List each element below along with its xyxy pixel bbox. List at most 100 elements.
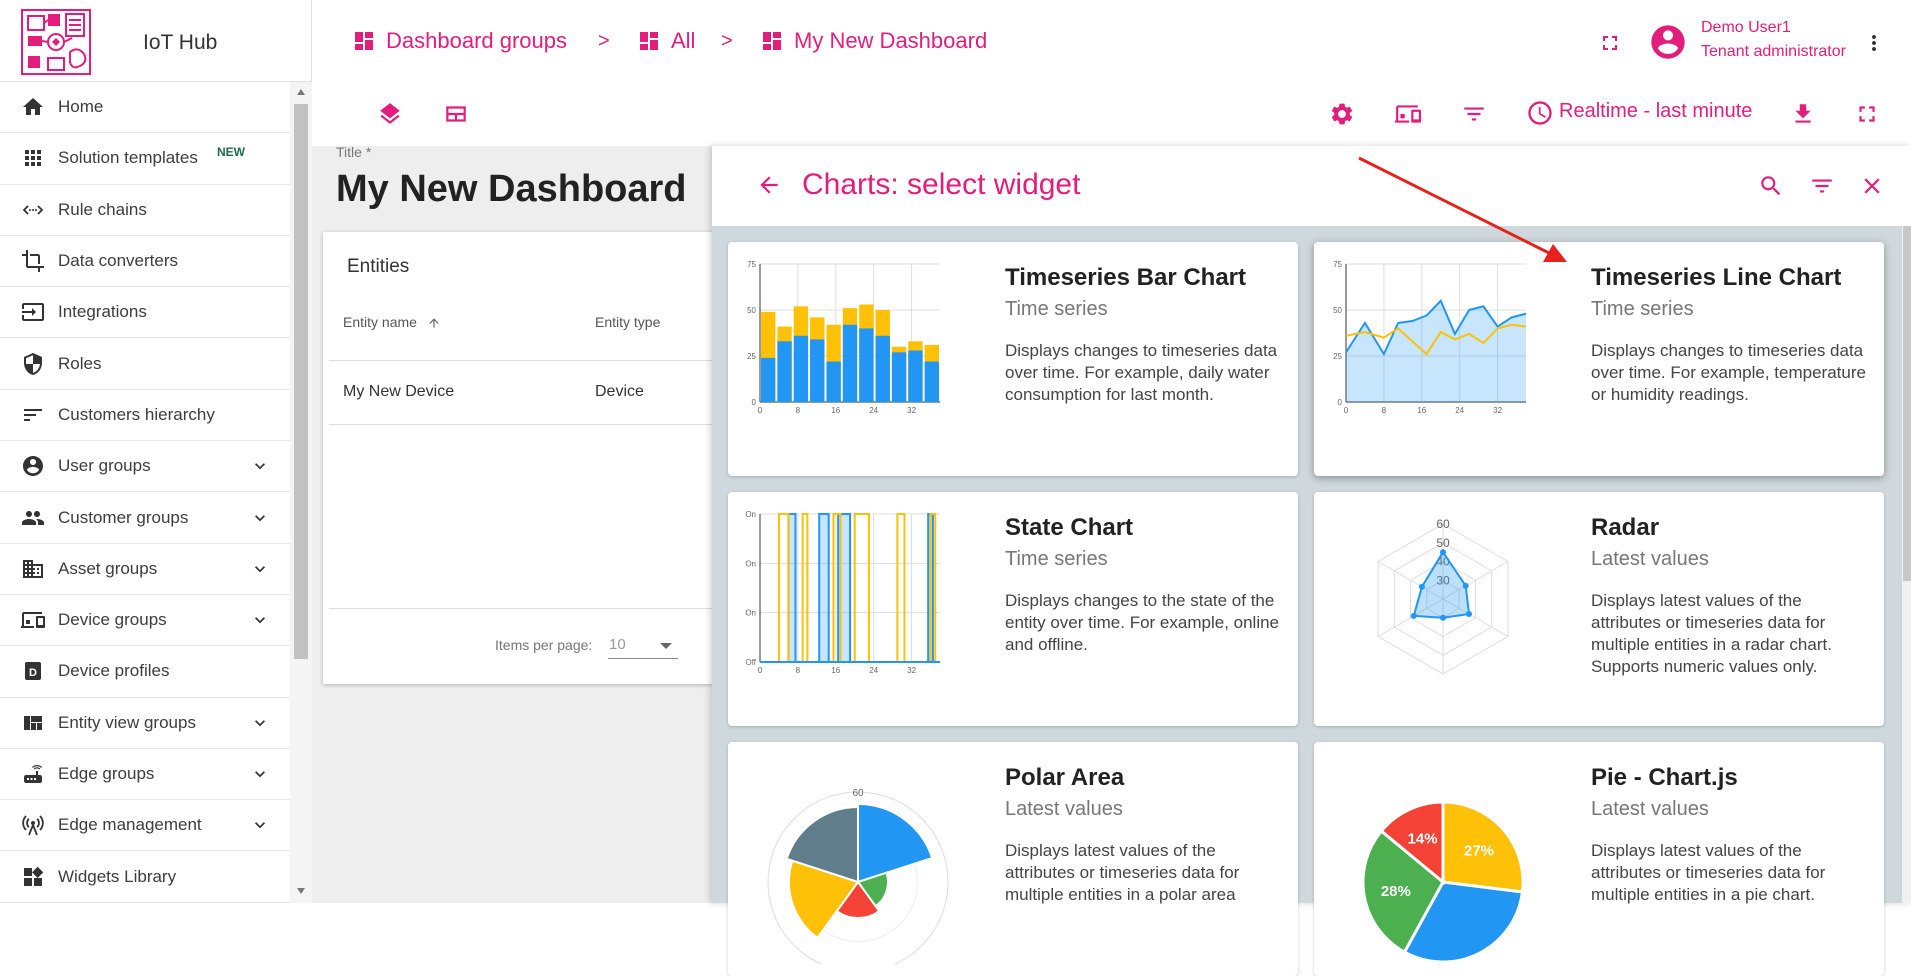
close-icon[interactable] xyxy=(1859,173,1885,199)
widget-card-polar-area[interactable]: 60 Polar Area Latest values Displays lat… xyxy=(728,742,1298,976)
chevron-down-icon[interactable] xyxy=(250,508,270,528)
bar xyxy=(793,335,809,402)
sidebar-item-label: Customers hierarchy xyxy=(58,404,215,424)
dashboard-title-input[interactable]: My New Dashboard xyxy=(336,168,687,211)
sidebar-item-label: Roles xyxy=(58,353,102,373)
panel-scrollbar-thumb[interactable] xyxy=(1903,226,1911,581)
sidebar-item-customer-groups[interactable]: Customer groups xyxy=(0,492,290,544)
sidebar-item-asset-groups[interactable]: Asset groups xyxy=(0,544,290,595)
widget-card-description: Displays latest values of the attributes… xyxy=(1005,841,1240,904)
x-tick-label: 32 xyxy=(907,406,916,415)
timeseries-bar-chart-preview: 0 25 50 75 0 8 16 24 32 xyxy=(747,260,940,415)
chevron-down-icon[interactable] xyxy=(250,456,270,476)
layouts-icon[interactable] xyxy=(443,101,469,127)
title-field-label: Title * xyxy=(336,144,372,160)
user-avatar-icon[interactable] xyxy=(1648,22,1688,62)
home-icon xyxy=(20,94,46,120)
breadcrumb-separator: > xyxy=(598,30,610,52)
bar xyxy=(826,361,841,402)
sidebar-item-integrations[interactable]: Integrations xyxy=(0,287,290,339)
chevron-down-icon[interactable] xyxy=(250,610,270,630)
breadcrumb-all[interactable]: All xyxy=(637,28,695,54)
shield-icon xyxy=(20,351,46,377)
sidebar-item-customers-hierarchy[interactable]: Customers hierarchy xyxy=(0,390,290,442)
device-profile-icon: D xyxy=(20,658,46,684)
breadcrumb-my-new-dashboard[interactable]: My New Dashboard xyxy=(760,28,987,54)
sidebar-item-label: Customer groups xyxy=(58,507,189,527)
y-tick-label: 0 xyxy=(1338,398,1343,407)
widget-card-timeseries-bar-chart[interactable]: 0 25 50 75 0 8 16 24 32 Timeseries Bar Chart Tim… xyxy=(728,242,1298,476)
pie-chartjs-preview: 27% 28% 14% xyxy=(1361,800,1525,964)
devices-icon[interactable] xyxy=(1395,101,1421,127)
sidebar-item-label: Entity view groups xyxy=(58,712,196,732)
user-name[interactable]: Demo User1 xyxy=(1701,19,1791,37)
sidebar-header: IoT Hub xyxy=(0,0,311,82)
filter-list-icon[interactable] xyxy=(1809,173,1835,199)
breadcrumb-dashboard-groups[interactable]: Dashboard groups xyxy=(352,28,567,54)
sidebar-scrollbar-thumb[interactable] xyxy=(294,104,308,659)
sidebar-item-device-groups[interactable]: Device groups xyxy=(0,595,290,647)
sidebar-item-widgets-library[interactable]: Widgets Library xyxy=(0,851,290,903)
sidebar-item-solution-templates[interactable]: Solution templates NEW xyxy=(0,133,290,185)
chevron-down-icon[interactable] xyxy=(250,559,270,579)
sidebar-item-label: Data converters xyxy=(58,251,178,271)
widget-card-timeseries-line-chart[interactable]: 0 25 50 75 0 8 16 24 32 Timeseries Line Chart Ti… xyxy=(1314,242,1884,476)
items-per-page-select[interactable]: 10 xyxy=(609,636,626,653)
search-icon[interactable] xyxy=(1758,173,1784,199)
cell-entity-name[interactable]: My New Device xyxy=(343,383,454,401)
back-arrow-icon[interactable] xyxy=(756,172,782,198)
iot-hub-logo[interactable] xyxy=(20,8,92,76)
sidebar-item-user-groups[interactable]: User groups xyxy=(0,441,290,493)
bar xyxy=(842,324,858,402)
more-vert-icon[interactable] xyxy=(1862,31,1886,55)
fullscreen-icon[interactable] xyxy=(1598,31,1622,55)
gear-icon[interactable] xyxy=(1329,101,1355,127)
layers-icon[interactable] xyxy=(377,101,403,127)
y-tick-label: Off xyxy=(745,658,756,667)
y-tick-label: 25 xyxy=(1333,352,1342,361)
chevron-down-icon[interactable] xyxy=(250,713,270,733)
dropdown-arrow-icon[interactable] xyxy=(659,642,673,650)
sidebar-item-label: User groups xyxy=(58,456,151,476)
chevron-down-icon[interactable] xyxy=(250,815,270,835)
column-header-entity-name[interactable]: Entity name xyxy=(343,314,441,330)
pie-slice-label: 28% xyxy=(1381,883,1411,900)
chevron-down-icon[interactable] xyxy=(250,764,270,784)
sidebar-item-entity-view-groups[interactable]: Entity view groups xyxy=(0,698,290,749)
sidebar-item-edge-management[interactable]: Edge management xyxy=(0,800,290,852)
widget-card-description: Displays latest values of the attributes… xyxy=(1591,591,1832,676)
column-header-entity-type[interactable]: Entity type xyxy=(595,314,660,330)
widget-card-radar[interactable]: 30 40 50 60 Radar Latest values Displays la… xyxy=(1314,492,1884,726)
panel-title: Charts: select widget xyxy=(802,168,1081,201)
download-icon[interactable] xyxy=(1790,101,1816,127)
widget-grid: 0 25 50 75 0 8 16 24 32 Timeseries Bar Chart Tim… xyxy=(712,226,1902,976)
sidebar-item-edge-groups[interactable]: Edge groups xyxy=(0,749,290,801)
widget-card-type: Time series xyxy=(1005,298,1108,320)
bar xyxy=(810,339,825,402)
clock-icon[interactable] xyxy=(1526,99,1554,127)
widget-card-title: Timeseries Line Chart xyxy=(1591,264,1842,291)
widget-card-title: Pie - Chart.js xyxy=(1591,764,1738,791)
panel-scrollbar[interactable] xyxy=(1902,226,1911,903)
timewindow-button[interactable]: Realtime - last minute xyxy=(1559,100,1752,123)
widget-card-state-chart[interactable]: Off On On On 0 8 16 24 32 State Chart Time serie… xyxy=(728,492,1298,726)
devices-icon xyxy=(20,607,46,633)
x-tick-label: 16 xyxy=(831,666,840,675)
sidebar-scrollbar[interactable] xyxy=(290,82,312,903)
x-tick-label: 0 xyxy=(758,666,763,675)
apps-grid-icon xyxy=(20,145,46,171)
sidebar-item-device-profiles[interactable]: D Device profiles xyxy=(0,646,290,698)
account-circle-icon xyxy=(20,453,46,479)
sidebar-item-home[interactable]: Home xyxy=(0,82,290,134)
widget-card-pie-chartjs[interactable]: 27% 28% 14% Pie - Chart.js Latest values D… xyxy=(1314,742,1884,976)
sidebar-item-rule-chains[interactable]: Rule chains xyxy=(0,185,290,236)
sidebar-item-roles[interactable]: Roles xyxy=(0,338,290,390)
sidebar-item-label: Solution templates xyxy=(58,148,198,168)
sidebar-item-data-converters[interactable]: Data converters xyxy=(0,236,290,288)
x-tick-label: 0 xyxy=(1344,406,1349,415)
select-underline xyxy=(608,658,678,659)
sidebar-item-label: Device profiles xyxy=(58,661,170,681)
filter-list-icon[interactable] xyxy=(1461,101,1487,127)
fullscreen-icon[interactable] xyxy=(1854,101,1880,127)
bar xyxy=(761,357,776,402)
